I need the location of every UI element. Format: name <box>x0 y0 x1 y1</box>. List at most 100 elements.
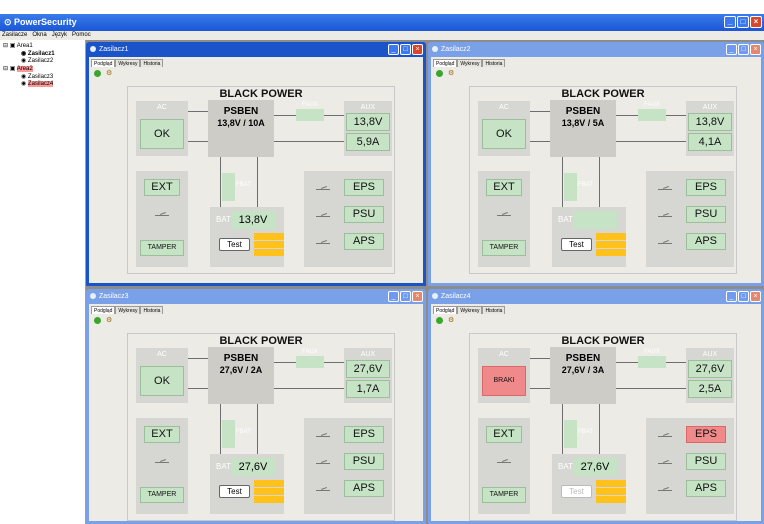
aps-switch-icon <box>658 239 672 244</box>
device-tree: ⊟ ▣ Area1 ◉ Zasilacz1 ◉ Zasilacz2 ⊟ ▣ Ar… <box>0 40 86 524</box>
aux-voltage: 13,8V <box>346 113 390 131</box>
tamper-switch-icon <box>155 458 169 463</box>
brand-title: BLACK POWER <box>561 335 645 347</box>
aps-output: APS <box>686 480 726 497</box>
mdi-area: Zasilacz1 _ □ × Podgląd Wykresy Historia… <box>86 40 764 524</box>
menu-zasilacze[interactable]: Zasilacze <box>2 31 27 40</box>
device-window-zasilacz2: Zasilacz2 _ □ × Podgląd Wykresy Historia… <box>428 42 764 286</box>
tamper-input: TAMPER <box>482 240 526 256</box>
window-titlebar[interactable]: Zasilacz4 _ □ × <box>431 289 761 304</box>
brand-title: BLACK POWER <box>561 88 645 100</box>
close-button[interactable]: × <box>750 16 762 28</box>
psu-model: PSBEN <box>223 106 259 117</box>
tab-podglad[interactable]: Podgląd <box>91 59 116 67</box>
power-icon <box>90 46 96 52</box>
eps-output: EPS <box>344 426 384 443</box>
tree-item-zasilacz3[interactable]: ◉ Zasilacz3 <box>20 74 54 81</box>
ac-status: OK <box>140 119 184 149</box>
psu-output: PSU <box>344 453 384 470</box>
window-maximize-button[interactable]: □ <box>400 44 411 55</box>
ac-label: AC <box>499 104 509 111</box>
tree-item-zasilacz4[interactable]: ◉ Zasilacz4 <box>20 81 54 88</box>
tab-wykresy[interactable]: Wykresy <box>115 306 141 314</box>
refresh-icon[interactable] <box>436 317 443 324</box>
psu-output: PSU <box>686 453 726 470</box>
tab-bar: Podgląd Wykresy Historia <box>433 306 506 314</box>
tab-wykresy[interactable]: Wykresy <box>115 59 141 67</box>
menu-okna[interactable]: Okna <box>32 31 46 40</box>
window-maximize-button[interactable]: □ <box>400 291 411 302</box>
tab-historia[interactable]: Historia <box>140 59 164 67</box>
settings-icon[interactable]: ⚙ <box>448 317 456 324</box>
eps-switch-icon <box>316 185 330 190</box>
faux-label: FAUX <box>644 102 660 108</box>
settings-icon[interactable]: ⚙ <box>448 70 456 77</box>
menubar: Zasilacze Okna Język Pomoc <box>0 31 764 40</box>
menu-pomoc[interactable]: Pomoc <box>72 31 91 40</box>
app-titlebar: ⊙ PowerSecurity _ □ × <box>0 14 764 31</box>
faux-label: FAUX <box>302 349 318 355</box>
tree-item-zasilacz1[interactable]: ◉ Zasilacz1 <box>20 51 56 58</box>
window-minimize-button[interactable]: _ <box>388 44 399 55</box>
tamper-input: TAMPER <box>140 487 184 503</box>
eps-output: EPS <box>686 179 726 196</box>
tab-wykresy[interactable]: Wykresy <box>457 59 483 67</box>
battery-level-indicator <box>254 233 284 256</box>
power-icon: ⊙ <box>4 17 15 27</box>
tab-podglad[interactable]: Podgląd <box>433 59 458 67</box>
tab-podglad[interactable]: Podgląd <box>91 306 116 314</box>
window-close-button[interactable]: × <box>412 291 423 302</box>
window-close-button[interactable]: × <box>750 44 761 55</box>
tab-wykresy[interactable]: Wykresy <box>457 306 483 314</box>
eps-switch-icon <box>658 185 672 190</box>
app-title: PowerSecurity <box>14 17 77 27</box>
window-maximize-button[interactable]: □ <box>738 291 749 302</box>
window-maximize-button[interactable]: □ <box>738 44 749 55</box>
window-close-button[interactable]: × <box>412 44 423 55</box>
window-minimize-button[interactable]: _ <box>726 291 737 302</box>
settings-icon[interactable]: ⚙ <box>106 317 114 324</box>
battery-test-button[interactable]: Test <box>561 485 592 498</box>
tab-historia[interactable]: Historia <box>140 306 164 314</box>
aux-voltage: 13,8V <box>688 113 732 131</box>
window-title: Zasilacz3 <box>99 293 129 300</box>
window-close-button[interactable]: × <box>750 291 761 302</box>
menu-jezyk[interactable]: Język <box>52 31 67 40</box>
window-titlebar[interactable]: Zasilacz2 _ □ × <box>431 42 761 57</box>
window-title: Zasilacz4 <box>441 293 471 300</box>
tree-item-area2[interactable]: ⊟ ▣ Area2 <box>2 66 34 73</box>
ac-status: OK <box>482 119 526 149</box>
window-titlebar[interactable]: Zasilacz3 _ □ × <box>89 289 423 304</box>
minimize-button[interactable]: _ <box>724 16 736 28</box>
tree-item-zasilacz2[interactable]: ◉ Zasilacz2 <box>20 58 54 65</box>
window-minimize-button[interactable]: _ <box>726 44 737 55</box>
bat-voltage: 27,6V <box>573 458 617 476</box>
refresh-icon[interactable] <box>436 70 443 77</box>
window-minimize-button[interactable]: _ <box>388 291 399 302</box>
tab-podglad[interactable]: Podgląd <box>433 306 458 314</box>
aux-label: AUX <box>702 104 718 111</box>
aux-current: 4,1A <box>688 133 732 151</box>
window-body: Podgląd Wykresy Historia ⚙ BLACK POWER A… <box>431 57 761 283</box>
maximize-button[interactable]: □ <box>737 16 749 28</box>
battery-test-button[interactable]: Test <box>219 238 250 251</box>
tree-item-area1[interactable]: ⊟ ▣ Area1 <box>2 43 34 50</box>
window-titlebar[interactable]: Zasilacz1 _ □ × <box>89 42 423 57</box>
battery-test-button[interactable]: Test <box>561 238 592 251</box>
aux-current: 1,7A <box>346 380 390 398</box>
fbat-label: FBAT <box>578 429 593 435</box>
tab-bar: Podgląd Wykresy Historia <box>433 59 506 67</box>
power-supply-diagram: BLACK POWER AC BRAKI PSBEN 27,6V / 3A FA… <box>469 333 737 521</box>
tamper-input: TAMPER <box>482 487 526 503</box>
tab-historia[interactable]: Historia <box>482 59 506 67</box>
fbat-fuse <box>564 173 577 201</box>
battery-test-button[interactable]: Test <box>219 485 250 498</box>
psu-model-block: PSBEN 13,8V / 10A <box>208 100 274 157</box>
tab-historia[interactable]: Historia <box>482 306 506 314</box>
refresh-icon[interactable] <box>94 317 101 324</box>
power-icon <box>90 293 96 299</box>
refresh-icon[interactable] <box>94 70 101 77</box>
settings-icon[interactable]: ⚙ <box>106 70 114 77</box>
aux-current: 2,5A <box>688 380 732 398</box>
faux-fuse <box>638 109 666 121</box>
